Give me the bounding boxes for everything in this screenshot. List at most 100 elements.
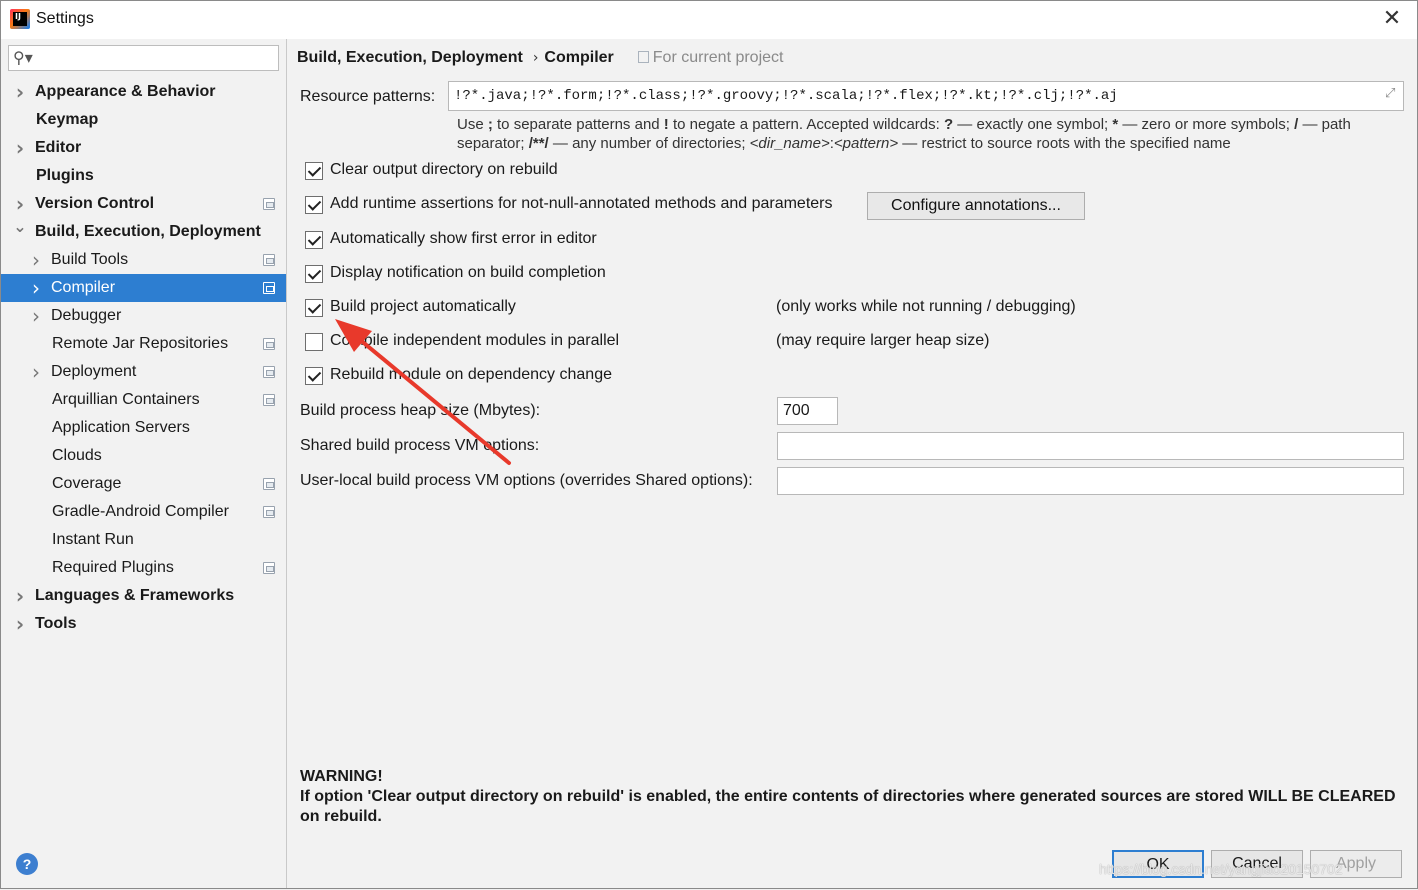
search-icon: ⚲▾ bbox=[13, 48, 33, 67]
compiler-settings-panel: Build, Execution, Deployment › Compiler For… bbox=[288, 39, 1417, 836]
sidebar-item-label: Tools bbox=[35, 615, 77, 632]
user-vm-options-field[interactable] bbox=[777, 467, 1404, 495]
checkbox-unchecked[interactable] bbox=[305, 333, 323, 351]
scope-label: For current project bbox=[652, 49, 784, 66]
hint-token: /**/ bbox=[528, 135, 549, 152]
sidebar-item-label: Version Control bbox=[35, 195, 155, 212]
sidebar-item[interactable]: Required Plugins bbox=[1, 554, 286, 582]
sidebar-item-label: Deployment bbox=[51, 363, 137, 380]
heap-size-label: Build process heap size (Mbytes): bbox=[300, 402, 541, 419]
checkbox-checked[interactable] bbox=[305, 196, 323, 214]
chevron-right-icon[interactable]: › bbox=[13, 78, 27, 106]
hint-token: <dir_name> bbox=[749, 135, 830, 152]
sidebar-item[interactable]: › Appearance & Behavior bbox=[1, 78, 286, 106]
breadcrumb-current: Compiler bbox=[544, 49, 614, 66]
chevron-right-icon[interactable]: › bbox=[13, 582, 27, 610]
sidebar-item[interactable]: › Debugger bbox=[1, 302, 286, 330]
expand-icon[interactable]: ⤢ bbox=[1385, 87, 1399, 101]
intellij-app-icon: IJ bbox=[10, 9, 30, 29]
project-scope-icon bbox=[263, 338, 275, 350]
sidebar-item[interactable]: › Version Control bbox=[1, 190, 286, 218]
sidebar-item-label: Coverage bbox=[52, 475, 122, 492]
checkbox-checked[interactable] bbox=[305, 367, 323, 385]
sidebar-item[interactable]: Clouds bbox=[1, 442, 286, 470]
checkbox-checked[interactable] bbox=[305, 299, 323, 317]
sidebar-item[interactable]: Plugins bbox=[1, 162, 286, 190]
close-icon[interactable]: ✕ bbox=[1379, 6, 1405, 32]
sidebar-item-label: Application Servers bbox=[52, 419, 190, 436]
option-note: (only works while not running / debuggin… bbox=[776, 298, 1076, 315]
checkbox-checked[interactable] bbox=[305, 162, 323, 180]
sidebar-item-label: Languages & Frameworks bbox=[35, 587, 235, 604]
window-title: Settings bbox=[36, 10, 94, 27]
sidebar-item[interactable]: Coverage bbox=[1, 470, 286, 498]
hint-token: ? bbox=[943, 116, 954, 133]
sidebar-item-label: Plugins bbox=[36, 167, 94, 184]
project-scope-icon bbox=[263, 562, 275, 574]
option-label: Add runtime assertions for not-null-anno… bbox=[330, 195, 833, 212]
chevron-right-icon[interactable]: › bbox=[29, 302, 43, 330]
sidebar-item[interactable]: › Compiler bbox=[1, 274, 286, 302]
chevron-right-icon[interactable]: › bbox=[13, 134, 27, 162]
hint-text: to negate a pattern. Accepted wildcards: bbox=[668, 116, 944, 133]
sidebar-item[interactable]: Instant Run bbox=[1, 526, 286, 554]
sidebar-item[interactable]: Keymap bbox=[1, 106, 286, 134]
help-icon[interactable]: ? bbox=[16, 853, 38, 875]
sidebar-item[interactable]: ⌄ Build, Execution, Deployment bbox=[1, 217, 286, 246]
sidebar-item[interactable]: Application Servers bbox=[1, 414, 286, 442]
sidebar-item-label: Arquillian Containers bbox=[52, 391, 200, 408]
chevron-right-icon[interactable]: › bbox=[29, 358, 43, 386]
chevron-down-icon[interactable]: ⌄ bbox=[13, 213, 27, 241]
breadcrumb-separator-icon: › bbox=[532, 50, 539, 66]
sidebar-item-label: Clouds bbox=[52, 447, 102, 464]
checkbox-checked[interactable] bbox=[305, 231, 323, 249]
warning-title: WARNING! bbox=[300, 768, 383, 785]
sidebar-item[interactable]: Gradle-Android Compiler bbox=[1, 498, 286, 526]
configure-annotations-button[interactable]: Configure annotations... bbox=[867, 192, 1085, 220]
hint-text: — restrict to source roots with the spec… bbox=[898, 135, 1231, 152]
app-icon-letters: IJ bbox=[15, 12, 21, 21]
sidebar-item-label: Editor bbox=[35, 139, 82, 156]
sidebar-item[interactable]: › Deployment bbox=[1, 358, 286, 386]
sidebar-item[interactable]: › Editor bbox=[1, 134, 286, 162]
chevron-right-icon[interactable]: › bbox=[13, 610, 27, 638]
resource-patterns-label: Resource patterns: bbox=[300, 88, 436, 105]
sidebar-item-label: Gradle-Android Compiler bbox=[52, 503, 229, 520]
resource-patterns-hint: Use ; to separate patterns and ! to nega… bbox=[457, 115, 1407, 153]
option-label: Rebuild module on dependency change bbox=[330, 366, 612, 383]
warning-body: If option 'Clear output directory on reb… bbox=[300, 788, 1396, 825]
project-scope-icon bbox=[263, 478, 275, 490]
breadcrumb-parent: Build, Execution, Deployment bbox=[297, 49, 523, 66]
hint-text: to separate patterns and bbox=[492, 116, 664, 133]
project-scope-icon bbox=[263, 282, 275, 294]
heap-size-value: 700 bbox=[783, 402, 810, 419]
resource-patterns-field[interactable]: !?*.java;!?*.form;!?*.class;!?*.groovy;!… bbox=[448, 81, 1404, 111]
sidebar-item-label: Debugger bbox=[51, 307, 122, 324]
sidebar-item[interactable]: Remote Jar Repositories bbox=[1, 330, 286, 358]
settings-sidebar: ⚲▾ › Appearance & Behavior Keymap › Editor Pl… bbox=[1, 39, 287, 888]
project-scope-icon bbox=[263, 506, 275, 518]
option-label: Automatically show first error in editor bbox=[330, 230, 597, 247]
watermark: https://blog.csdn.net/yangjiao20150702 bbox=[1099, 861, 1343, 877]
sidebar-item[interactable]: Arquillian Containers bbox=[1, 386, 286, 414]
sidebar-item[interactable]: › Tools bbox=[1, 610, 286, 638]
checkbox-checked[interactable] bbox=[305, 265, 323, 283]
chevron-right-icon[interactable]: › bbox=[29, 274, 43, 302]
sidebar-item[interactable]: › Build Tools bbox=[1, 246, 286, 274]
search-input[interactable]: ⚲▾ bbox=[8, 45, 279, 71]
shared-vm-options-field[interactable] bbox=[777, 432, 1404, 460]
sidebar-item[interactable]: › Languages & Frameworks bbox=[1, 582, 286, 610]
sidebar-item-label: Keymap bbox=[36, 111, 99, 128]
option-label: Compile independent modules in parallel bbox=[330, 332, 620, 349]
project-scope-icon bbox=[263, 366, 275, 378]
settings-window: IJ Settings ✕ ⚲▾ › Appearance & Behavior K… bbox=[0, 0, 1418, 889]
shared-vm-options-label: Shared build process VM options: bbox=[300, 437, 540, 454]
heap-size-field[interactable]: 700 bbox=[777, 397, 838, 425]
sidebar-item-label: Compiler bbox=[51, 279, 116, 296]
option-label: Build project automatically bbox=[330, 298, 516, 315]
project-scope-icon bbox=[263, 254, 275, 266]
chevron-right-icon[interactable]: › bbox=[29, 246, 43, 274]
project-scope-icon bbox=[263, 394, 275, 406]
title-bar: IJ Settings ✕ bbox=[1, 1, 1417, 39]
hint-text: — any number of directories; bbox=[548, 135, 750, 152]
